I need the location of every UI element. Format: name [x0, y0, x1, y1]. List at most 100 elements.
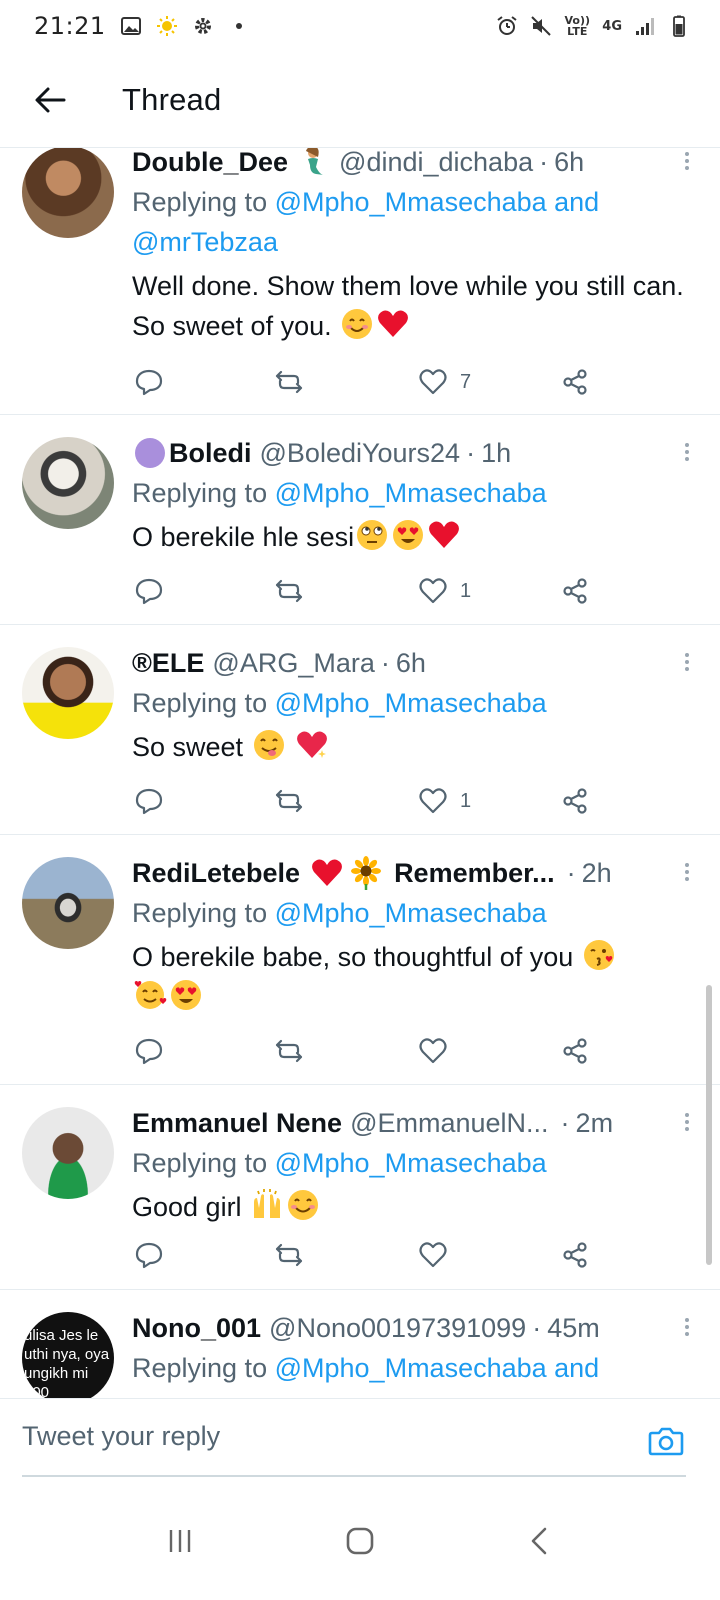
avatar[interactable]: [22, 437, 114, 529]
like-count: 1: [460, 579, 472, 602]
share-button[interactable]: [560, 1240, 590, 1270]
status-time: 21:21: [34, 12, 106, 40]
reply-button[interactable]: [134, 1240, 164, 1270]
scrollbar[interactable]: [706, 985, 712, 1265]
share-button[interactable]: [560, 367, 590, 397]
replying-label: Replying to: [132, 1353, 268, 1383]
display-name-extra[interactable]: Remember...: [394, 858, 555, 889]
retweet-button[interactable]: [274, 1036, 304, 1066]
mute-icon: [531, 16, 551, 36]
home-button[interactable]: [330, 1511, 390, 1571]
like-button[interactable]: [418, 1036, 448, 1066]
mention-link[interactable]: @Mpho_Mmasechaba: [275, 478, 547, 508]
avatar[interactable]: [22, 148, 114, 238]
mention-link[interactable]: @Mpho_Mmasechaba: [275, 1148, 547, 1178]
display-name[interactable]: RediLetebele: [132, 858, 300, 889]
tweet-text: Good girl: [132, 1187, 700, 1227]
replying-to: Replying to @Mpho_Mmasechaba and: [132, 1348, 700, 1388]
reply-button[interactable]: [134, 1036, 164, 1066]
tweet-header: Emmanuel Nene @EmmanuelN... · 2m: [132, 1103, 700, 1143]
separator-dot: ·: [539, 148, 549, 177]
replying-label: Replying to: [132, 898, 268, 928]
heart-outline-icon: [419, 369, 447, 395]
tweet-text: O berekile babe, so thoughtful of you: [132, 937, 700, 1017]
tweet-header: ®ELE @ARG_Mara · 6h: [132, 643, 700, 683]
reply-input[interactable]: Tweet your reply: [22, 1421, 220, 1452]
camera-icon[interactable]: [646, 1421, 686, 1461]
display-name[interactable]: Emmanuel Nene: [132, 1108, 342, 1139]
retweet-icon: [275, 789, 303, 813]
tweet-time: 45m: [547, 1312, 600, 1343]
retweet-button[interactable]: [274, 1240, 304, 1270]
reply-button[interactable]: [134, 576, 164, 606]
tweet-text: O berekile hle sesi: [132, 517, 700, 557]
tweet-item[interactable]: ulisa Jes le uthi nya, oya ungikh mi 100…: [0, 1290, 720, 1398]
reply-input-underline: [22, 1475, 686, 1477]
share-button[interactable]: [560, 786, 590, 816]
mention-link[interactable]: @Mpho_Mmasechaba: [275, 898, 547, 928]
mention-link[interactable]: @Mpho_Mmasechaba: [275, 688, 547, 718]
tweet-item[interactable]: RediLetebele Remember... · 2h Replying t…: [0, 835, 720, 1085]
tweet-item[interactable]: Boledi @BolediYours24 · 1h Replying to @…: [0, 415, 720, 625]
mention-link[interactable]: @Mpho_Mmasechaba and: [275, 1353, 600, 1383]
mermaid-emoji-icon: [306, 148, 325, 175]
user-handle[interactable]: @BolediYours24: [260, 438, 461, 469]
retweet-icon: [275, 370, 303, 394]
reply-button[interactable]: [134, 786, 164, 816]
user-handle[interactable]: @Nono00197391099: [269, 1313, 526, 1344]
thread-list[interactable]: Double_Dee @dindi_dichaba · 6h Replying …: [0, 148, 720, 1398]
avatar-text: ulisa Jes le uthi nya, oya ungikh mi 100: [24, 1327, 110, 1398]
replying-label: Replying to: [132, 688, 268, 718]
display-name[interactable]: Double_Dee: [132, 148, 288, 178]
display-name[interactable]: ®ELE: [132, 648, 204, 679]
heart-outline-icon: [419, 1038, 447, 1064]
display-name[interactable]: Nono_001: [132, 1313, 261, 1344]
replying-to: Replying to @Mpho_Mmasechaba: [132, 473, 700, 513]
separator-dot: ·: [566, 857, 576, 888]
heart-outline-icon: [419, 1242, 447, 1268]
retweet-icon: [275, 579, 303, 603]
recent-apps-button[interactable]: [150, 1511, 210, 1571]
replying-label: Replying to: [132, 187, 268, 217]
avatar[interactable]: [22, 857, 114, 949]
like-button[interactable]: 7: [418, 367, 471, 397]
heart-eyes-emoji-icon: [393, 520, 424, 550]
separator-dot: ·: [560, 1107, 570, 1138]
tweet-item[interactable]: ®ELE @ARG_Mara · 6h Replying to @Mpho_Mm…: [0, 625, 720, 835]
system-back-button[interactable]: [510, 1511, 570, 1571]
gallery-icon: [120, 17, 141, 35]
share-button[interactable]: [560, 1036, 590, 1066]
top-app-bar: Thread: [0, 52, 720, 148]
tweet-actions: 7: [132, 362, 592, 402]
like-button[interactable]: 1: [418, 786, 471, 816]
retweet-icon: [275, 1039, 303, 1063]
avatar[interactable]: [22, 647, 114, 739]
smiling-face-with-hearts-emoji-icon: [134, 981, 167, 1009]
like-count: 1: [460, 789, 472, 812]
tweet-time: 6h: [395, 647, 426, 678]
retweet-button[interactable]: [274, 367, 304, 397]
display-name[interactable]: Boledi: [169, 438, 252, 469]
share-icon: [563, 1242, 587, 1268]
reply-icon: [135, 1242, 163, 1269]
share-button[interactable]: [560, 576, 590, 606]
user-handle[interactable]: @dindi_dichaba: [339, 148, 533, 178]
retweet-button[interactable]: [274, 786, 304, 816]
replying-to: Replying to @Mpho_Mmasechaba: [132, 1143, 700, 1183]
like-button[interactable]: [418, 1240, 448, 1270]
heart-outline-icon: [419, 578, 447, 604]
user-handle[interactable]: @ARG_Mara: [212, 648, 374, 679]
like-count: 7: [460, 370, 472, 393]
tweet-header: Boledi @BolediYours24 · 1h: [132, 433, 700, 473]
retweet-button[interactable]: [274, 576, 304, 606]
tweet-actions: [132, 1235, 592, 1275]
avatar[interactable]: [22, 1107, 114, 1199]
avatar[interactable]: ulisa Jes le uthi nya, oya ungikh mi 100: [22, 1312, 114, 1398]
reply-button[interactable]: [134, 367, 164, 397]
back-button[interactable]: [0, 52, 100, 148]
tweet-item[interactable]: Double_Dee @dindi_dichaba · 6h Replying …: [0, 148, 720, 415]
share-icon: [563, 578, 587, 604]
user-handle[interactable]: @EmmanuelN...: [350, 1108, 548, 1139]
like-button[interactable]: 1: [418, 576, 471, 606]
tweet-item[interactable]: Emmanuel Nene @EmmanuelN... · 2m Replyin…: [0, 1085, 720, 1290]
